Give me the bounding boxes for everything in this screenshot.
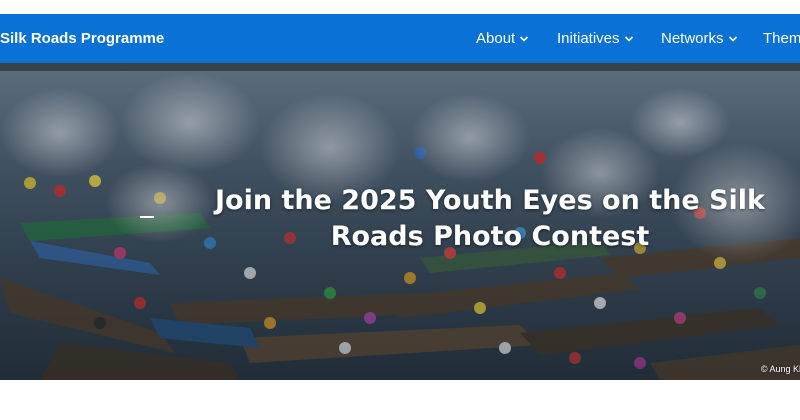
chevron-down-icon	[519, 34, 529, 44]
hero-title-line-2: Roads Photo Contest	[330, 221, 650, 252]
chevron-down-icon	[624, 34, 634, 44]
nav-item-themes[interactable]: Them	[763, 14, 800, 63]
nav-item-label: Them	[763, 30, 800, 47]
hero-title[interactable]: Join the 2025 Youth Eyes on the Silk Roa…	[200, 183, 780, 255]
page-content-area	[0, 380, 800, 420]
page: Silk Roads Programme About Initiatives N…	[0, 0, 800, 420]
nav-item-about[interactable]: About	[476, 14, 529, 63]
photo-credit: © Aung Kh	[760, 364, 800, 374]
nav-item-label: Initiatives	[557, 30, 620, 47]
nav-item-label: About	[476, 30, 516, 47]
hero-accent-dash	[140, 216, 154, 218]
nav-item-label: Networks	[661, 30, 724, 47]
chevron-down-icon	[728, 34, 738, 44]
main-navbar: Silk Roads Programme About Initiatives N…	[0, 14, 800, 63]
nav-item-initiatives[interactable]: Initiatives	[557, 14, 634, 63]
hero-banner: Join the 2025 Youth Eyes on the Silk Roa…	[0, 63, 800, 380]
hero-title-line-1: Join the 2025 Youth Eyes on the Silk	[215, 185, 765, 216]
site-brand-link[interactable]: Silk Roads Programme	[0, 14, 164, 63]
top-strip	[0, 0, 800, 14]
nav-item-networks[interactable]: Networks	[661, 14, 738, 63]
